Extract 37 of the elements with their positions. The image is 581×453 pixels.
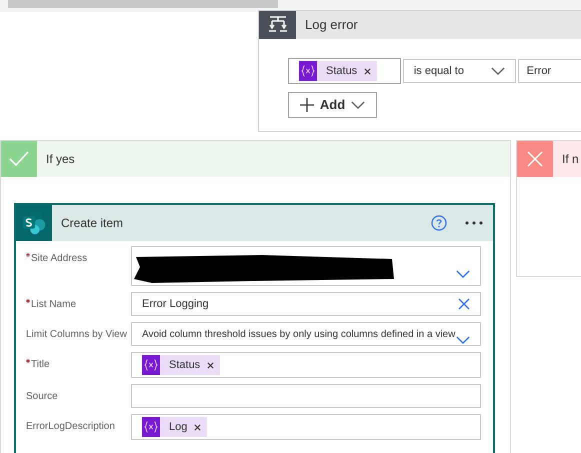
field-label: ErrorLogDescription — [26, 420, 115, 434]
condition-operand-field[interactable]: Status — [288, 58, 401, 84]
value-field[interactable]: Error — [518, 59, 581, 83]
help-icon[interactable] — [431, 215, 447, 231]
input-field[interactable]: Log — [131, 414, 481, 440]
input-field[interactable]: Error Logging — [131, 292, 481, 316]
variable-icon — [142, 417, 160, 437]
field-label: Site Address — [31, 252, 88, 266]
input-field[interactable] — [131, 384, 481, 408]
remove-icon[interactable] — [194, 424, 202, 430]
branch-title: If n — [562, 151, 579, 168]
field-label: Limit Columns by View — [26, 328, 127, 342]
plus-icon — [300, 98, 314, 112]
remove-icon[interactable] — [207, 362, 214, 368]
status-token: Status — [299, 61, 378, 81]
variable-icon — [142, 355, 160, 375]
chevron-icon — [490, 66, 505, 76]
condition-title: Log error — [305, 16, 358, 34]
more-options-icon[interactable] — [465, 221, 483, 225]
chevron-icon[interactable] — [456, 270, 470, 279]
chevron-icon — [351, 100, 366, 110]
clear-icon[interactable] — [458, 298, 470, 310]
chevron-icon[interactable] — [456, 336, 470, 345]
status-token: Log — [142, 417, 208, 437]
branch-title: If yes — [46, 151, 75, 168]
field-label: List Name — [31, 298, 76, 312]
dropdown-field[interactable] — [131, 246, 481, 286]
variable-icon — [299, 61, 317, 81]
field-label: Title — [31, 358, 50, 372]
operator-dropdown[interactable]: is equal to — [402, 59, 516, 83]
action-title: Create item — [61, 215, 124, 232]
dropdown-field[interactable]: Avoid column threshold issues by only using columns defined in a view — [131, 322, 481, 346]
status-token: Status — [142, 355, 220, 375]
field-label: Source — [26, 390, 58, 404]
remove-icon[interactable] — [364, 68, 372, 74]
add-button[interactable]: Add — [288, 92, 377, 118]
input-field[interactable]: Status — [131, 352, 481, 378]
